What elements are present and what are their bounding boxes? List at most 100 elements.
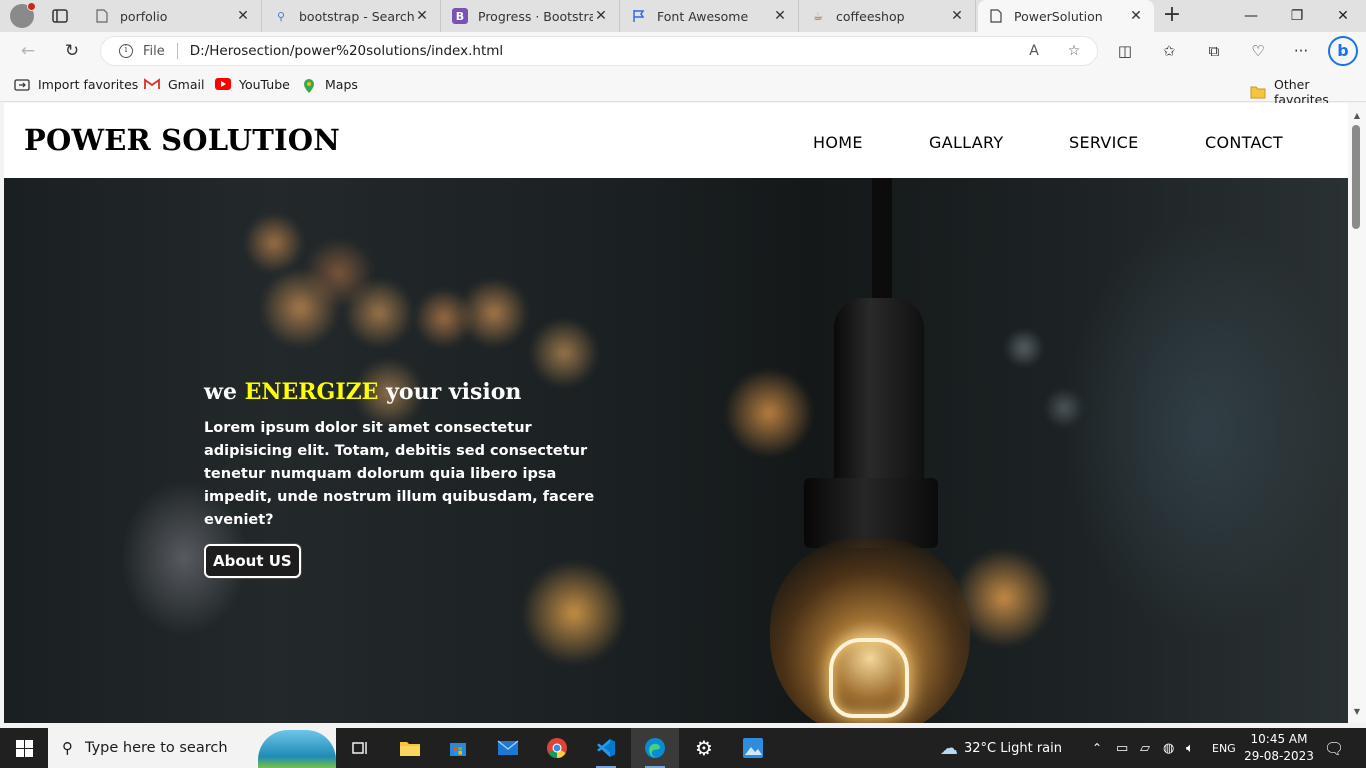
hero-content: we ENERGIZE your vision Lorem ipsum dolo… bbox=[204, 379, 614, 578]
divider bbox=[176, 43, 178, 59]
back-button[interactable]: ← bbox=[16, 39, 40, 63]
chrome-icon[interactable] bbox=[533, 728, 581, 768]
battery-icon[interactable]: ▱ bbox=[1140, 728, 1150, 768]
weather-widget[interactable]: ☁ 32°C Light rain bbox=[940, 728, 1062, 768]
flag-icon bbox=[631, 8, 647, 24]
search-icon: ⚲ bbox=[276, 9, 286, 23]
search-highlight-image bbox=[258, 730, 336, 768]
browser-essentials-icon[interactable]: ♡ bbox=[1247, 40, 1269, 62]
hero-paragraph: Lorem ipsum dolor sit amet consectetur a… bbox=[204, 420, 595, 528]
refresh-button[interactable]: ↻ bbox=[60, 39, 84, 63]
close-icon[interactable]: ✕ bbox=[949, 8, 965, 24]
new-tab-button[interactable]: + bbox=[1160, 4, 1184, 28]
clock[interactable]: 10:45 AM 29-08-2023 bbox=[1244, 731, 1314, 765]
settings-icon[interactable]: ⚙ bbox=[680, 728, 728, 768]
menu-service[interactable]: SERVICE bbox=[1069, 133, 1139, 152]
scroll-down-icon[interactable]: ▼ bbox=[1351, 707, 1363, 716]
fav-import-favorites[interactable]: Import favorites bbox=[14, 77, 138, 92]
tab-bootstrap-search[interactable]: ⚲ bootstrap - Search ✕ bbox=[263, 0, 441, 32]
notifications-icon[interactable]: 🗨︎ bbox=[1324, 728, 1344, 768]
tab-title: porfolio bbox=[120, 8, 168, 24]
address-bar[interactable]: i File D:/Herosection/power%20solutions/… bbox=[100, 36, 1098, 66]
restore-button[interactable]: ❐ bbox=[1274, 0, 1320, 32]
language-indicator[interactable]: ENG bbox=[1212, 728, 1236, 768]
copilot-icon[interactable]: b bbox=[1328, 36, 1358, 66]
about-us-button[interactable]: About US bbox=[204, 544, 301, 578]
search-placeholder: Type here to search bbox=[85, 740, 228, 756]
hero-title-suffix: your vision bbox=[378, 379, 522, 405]
fav-label: Gmail bbox=[168, 77, 205, 92]
close-icon[interactable]: ✕ bbox=[772, 8, 788, 24]
weather-cloud-icon: ☁ bbox=[940, 737, 958, 759]
fav-label: Import favorites bbox=[38, 77, 139, 92]
close-icon[interactable]: ✕ bbox=[235, 8, 251, 24]
windows-icon bbox=[15, 739, 33, 757]
scroll-thumb[interactable] bbox=[1352, 125, 1360, 229]
weather-text: 32°C Light rain bbox=[964, 740, 1062, 756]
fav-label: YouTube bbox=[239, 77, 290, 92]
page-scrollbar[interactable]: ▲ ▼ bbox=[1348, 103, 1366, 723]
taskbar: ⚲ Type here to search ⚙ ☁ 32°C Light rai… bbox=[0, 728, 1366, 768]
close-icon[interactable]: ✕ bbox=[414, 8, 430, 24]
split-screen-icon[interactable]: ◫ bbox=[1114, 40, 1136, 62]
tab-strip: porfolio ✕ ⚲ bootstrap - Search ✕ B Prog… bbox=[0, 0, 1366, 32]
hero-title-prefix: we bbox=[204, 379, 245, 405]
site-logo[interactable]: POWER SOLUTION bbox=[24, 123, 340, 157]
youtube-icon bbox=[215, 77, 231, 92]
start-button[interactable] bbox=[0, 728, 48, 768]
tab-coffeeshop[interactable]: ☕ coffeeshop ✕ bbox=[800, 0, 976, 32]
hero-section: we ENERGIZE your vision Lorem ipsum dolo… bbox=[4, 178, 1348, 723]
volume-icon[interactable]: 🔈︎ bbox=[1186, 728, 1194, 768]
vscode-icon[interactable] bbox=[582, 728, 630, 768]
close-icon[interactable]: ✕ bbox=[593, 8, 609, 24]
close-window-button[interactable]: ✕ bbox=[1320, 0, 1366, 32]
tab-powersolution[interactable]: PowerSolution ✕ bbox=[978, 0, 1154, 32]
fav-label: Maps bbox=[325, 77, 358, 92]
clock-time: 10:45 AM bbox=[1250, 732, 1308, 746]
clock-date: 29-08-2023 bbox=[1244, 749, 1314, 763]
hero-title: we ENERGIZE your vision bbox=[204, 379, 614, 405]
show-hidden-icons[interactable]: ⌃ bbox=[1092, 728, 1102, 768]
meet-now-icon[interactable]: ▭ bbox=[1116, 728, 1128, 768]
tab-title: Font Awesome bbox=[657, 8, 749, 24]
fav-youtube[interactable]: YouTube bbox=[215, 77, 290, 92]
task-view-icon[interactable] bbox=[337, 728, 385, 768]
menu-gallary[interactable]: GALLARY bbox=[929, 133, 1003, 152]
collections-icon[interactable]: ⧉ bbox=[1203, 40, 1225, 62]
file-explorer-icon[interactable] bbox=[386, 728, 434, 768]
more-menu-icon[interactable]: ··· bbox=[1290, 40, 1312, 62]
read-aloud-icon[interactable]: A bbox=[1025, 42, 1043, 60]
hero-title-highlight: ENERGIZE bbox=[244, 379, 379, 405]
url-text[interactable]: D:/Herosection/power%20solutions/index.h… bbox=[190, 43, 503, 59]
close-icon[interactable]: ✕ bbox=[1128, 8, 1144, 24]
minimize-button[interactable]: — bbox=[1228, 0, 1274, 32]
tab-actions-icon[interactable] bbox=[50, 6, 70, 26]
menu-contact[interactable]: CONTACT bbox=[1205, 133, 1283, 152]
gmail-icon bbox=[144, 77, 160, 92]
microsoft-store-icon[interactable] bbox=[434, 728, 482, 768]
page-icon bbox=[988, 8, 1004, 24]
folder-icon bbox=[1250, 85, 1266, 99]
fav-maps[interactable]: Maps bbox=[301, 77, 358, 93]
scroll-up-icon[interactable]: ▲ bbox=[1351, 111, 1363, 120]
favorite-star-icon[interactable]: ☆ bbox=[1065, 42, 1083, 60]
tab-porfolio[interactable]: porfolio ✕ bbox=[84, 0, 262, 32]
coffee-icon: ☕ bbox=[813, 9, 823, 23]
tab-font-awesome[interactable]: Font Awesome ✕ bbox=[621, 0, 799, 32]
bootstrap-icon: B bbox=[452, 8, 468, 24]
photos-icon[interactable] bbox=[729, 728, 777, 768]
network-icon[interactable]: ◍ bbox=[1163, 728, 1174, 768]
address-bar-row: ← ↻ i File D:/Herosection/power%20soluti… bbox=[0, 32, 1366, 70]
import-icon bbox=[14, 78, 30, 92]
mail-icon[interactable] bbox=[484, 728, 532, 768]
tab-progress-bootstrap[interactable]: B Progress · Bootstrap v ✕ bbox=[442, 0, 620, 32]
search-icon: ⚲ bbox=[62, 739, 73, 757]
fav-gmail[interactable]: Gmail bbox=[144, 77, 204, 92]
page-icon bbox=[94, 8, 110, 24]
edge-icon[interactable] bbox=[631, 728, 679, 768]
taskbar-search[interactable]: ⚲ Type here to search bbox=[48, 728, 336, 768]
info-icon[interactable]: i bbox=[119, 44, 133, 58]
menu-home[interactable]: HOME bbox=[813, 133, 863, 152]
profile-avatar[interactable] bbox=[10, 2, 36, 28]
favorites-icon[interactable]: ✩ bbox=[1158, 40, 1180, 62]
